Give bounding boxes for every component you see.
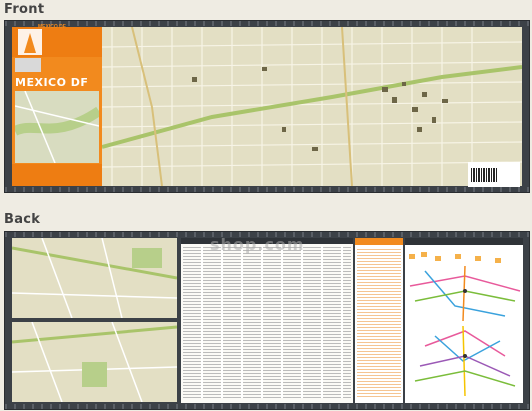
angel-statue-icon bbox=[18, 29, 42, 55]
cover-footer bbox=[12, 164, 102, 186]
street-index bbox=[181, 238, 353, 403]
back-detail-map-top bbox=[12, 238, 177, 318]
back-map-panel bbox=[4, 231, 530, 410]
street-index-columns bbox=[183, 246, 351, 398]
barcode-block bbox=[468, 162, 520, 187]
inset-map-graphic bbox=[12, 90, 102, 164]
watermark-text: shop.com bbox=[210, 235, 305, 254]
cover-inset-map bbox=[12, 90, 102, 164]
back-section-label: Back bbox=[4, 212, 41, 227]
transport-header bbox=[405, 238, 523, 245]
metro-diagram bbox=[405, 246, 523, 403]
front-cover: MEXICO DF bbox=[12, 27, 102, 186]
publisher-logo bbox=[15, 58, 41, 72]
back-detail-map-bottom bbox=[12, 322, 177, 402]
attractions-header bbox=[355, 238, 403, 245]
transport-section bbox=[405, 238, 523, 403]
attractions-list bbox=[357, 247, 401, 397]
cover-title: MEXICO DF bbox=[15, 76, 89, 89]
barcode-icon bbox=[471, 168, 497, 182]
front-ruler-top bbox=[5, 21, 529, 26]
attractions-index bbox=[355, 238, 403, 403]
front-map-panel: MEXICO DF MEXICO DF bbox=[4, 20, 530, 193]
cover-header bbox=[12, 27, 102, 57]
front-section-label: Front bbox=[4, 2, 45, 17]
back-ruler-bottom bbox=[5, 404, 529, 409]
detail-map-graphic-bottom bbox=[12, 322, 177, 402]
detail-map-graphic-top bbox=[12, 238, 177, 318]
front-ruler-bottom bbox=[5, 187, 529, 192]
front-brand-label: MEXICO DF bbox=[38, 24, 66, 30]
